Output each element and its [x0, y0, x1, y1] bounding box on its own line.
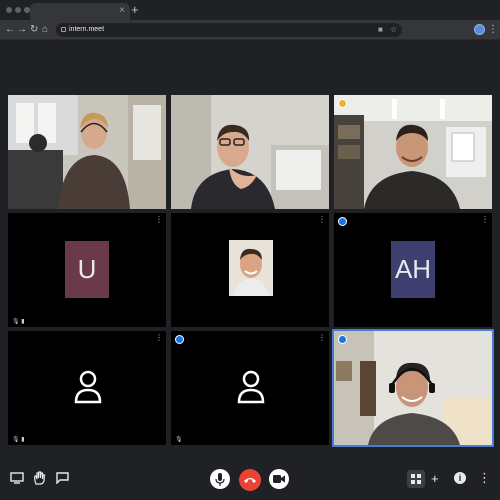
lock-icon: [61, 27, 66, 32]
browser-tab-bar: × +: [0, 0, 500, 20]
participant-video: [171, 95, 329, 209]
forward-icon[interactable]: →: [17, 23, 27, 37]
tile-menu-icon[interactable]: ⋮: [481, 216, 489, 224]
person-icon: [74, 370, 102, 404]
camera-button[interactable]: [269, 469, 289, 489]
participant-tile[interactable]: ⋮ 🎙︎: [171, 331, 329, 445]
participant-tile[interactable]: [334, 95, 492, 209]
microphone-icon: [215, 472, 225, 486]
participant-tile[interactable]: AH ⋮: [334, 213, 492, 327]
address-bar[interactable]: intern.meet ■ ☆: [56, 23, 402, 37]
reload-icon[interactable]: ↻: [30, 23, 38, 37]
browser-toolbar: ← → ↻ ⌂ intern.meet ■ ☆ ⋮: [0, 20, 500, 40]
chat-icon[interactable]: [56, 472, 69, 484]
person-icon: [237, 370, 265, 404]
home-icon[interactable]: ⌂: [42, 23, 48, 37]
participant-tile[interactable]: U ⋮ 🎙︎ ▮: [8, 213, 166, 327]
hang-up-button[interactable]: [239, 469, 261, 491]
mic-muted-icon: 🎙︎ ▮: [12, 319, 25, 325]
camera-icon: [273, 475, 285, 483]
tile-menu-icon[interactable]: ⋮: [318, 334, 326, 342]
tile-menu-icon[interactable]: ⋮: [155, 216, 163, 224]
tab-close-icon[interactable]: ×: [119, 4, 125, 18]
participant-photo: [229, 240, 273, 296]
address-url[interactable]: intern.meet: [69, 23, 104, 37]
new-tab-button[interactable]: +: [131, 2, 139, 18]
window-close-icon[interactable]: [6, 7, 12, 13]
participant-tile[interactable]: [8, 95, 166, 209]
grid-view-icon: [411, 474, 421, 484]
tile-menu-icon[interactable]: ⋮: [318, 216, 326, 224]
participant-tile[interactable]: ⋮ 🎙︎ ▮: [8, 331, 166, 445]
participant-initial: U: [65, 241, 109, 298]
hang-up-icon: [244, 478, 256, 483]
tile-menu-icon[interactable]: ⋮: [155, 334, 163, 342]
info-icon[interactable]: i: [454, 472, 466, 484]
participant-tile[interactable]: [171, 95, 329, 209]
mic-muted-icon: 🎙︎: [175, 437, 183, 443]
participant-tile[interactable]: ⋮: [171, 213, 329, 327]
profile-avatar[interactable]: [474, 24, 485, 35]
participant-initial-label: U: [77, 254, 97, 284]
speaking-indicator-icon: [175, 335, 184, 344]
participant-video: [8, 95, 166, 209]
browser-menu-icon[interactable]: ⋮: [488, 23, 498, 37]
more-icon[interactable]: ⋮: [478, 470, 491, 486]
participant-initial-label: AH: [394, 254, 432, 284]
grid-view-button[interactable]: [407, 470, 425, 488]
meeting-controls: + i ⋮: [0, 460, 500, 500]
add-icon[interactable]: +: [431, 472, 439, 486]
mic-muted-icon: 🎙︎ ▮: [12, 437, 25, 443]
browser-tab[interactable]: ×: [30, 3, 130, 20]
microphone-button[interactable]: [210, 469, 230, 489]
tile-menu-icon[interactable]: ⋮: [481, 334, 489, 342]
window-minimize-icon[interactable]: [15, 7, 21, 13]
participant-video: [334, 331, 492, 445]
raise-hand-icon[interactable]: [33, 471, 46, 485]
speaking-indicator-icon: [338, 335, 347, 344]
speaking-indicator-icon: [338, 217, 347, 226]
host-badge-icon: [338, 99, 347, 108]
participant-initial: AH: [391, 241, 435, 298]
bookmark-star-icon[interactable]: ☆: [390, 23, 397, 37]
present-icon[interactable]: [10, 472, 24, 484]
participant-video: [334, 95, 492, 209]
back-icon[interactable]: ←: [5, 23, 15, 37]
participant-tile-active[interactable]: ⋮: [332, 329, 494, 447]
camera-permission-icon[interactable]: ■: [378, 23, 383, 37]
